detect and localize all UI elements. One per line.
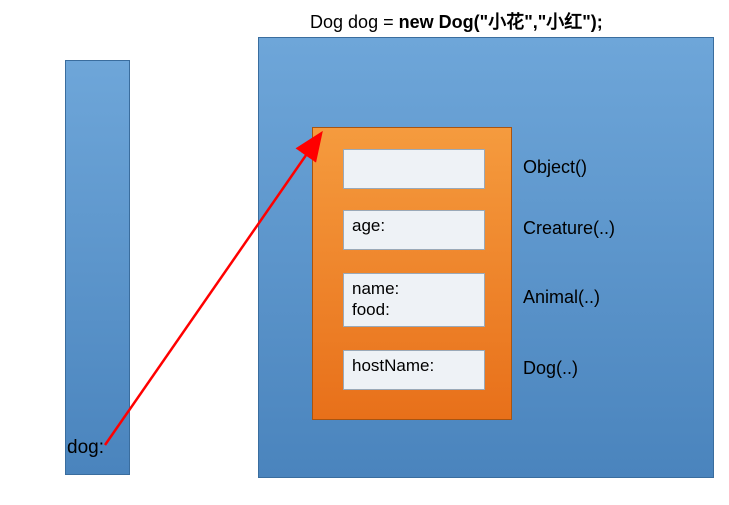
- constructor-label-creature: Creature(..): [523, 218, 615, 239]
- field-dog-text: hostName:: [352, 356, 434, 375]
- field-object: [343, 149, 485, 189]
- stack-box: [65, 60, 130, 475]
- field-animal: name: food:: [343, 273, 485, 327]
- code-ctor: Dog: [439, 12, 474, 32]
- field-creature: age:: [343, 210, 485, 250]
- field-animal-name-text: name:: [352, 279, 399, 298]
- constructor-label-dog: Dog(..): [523, 358, 578, 379]
- constructor-label-animal: Animal(..): [523, 287, 600, 308]
- constructor-label-object: Object(): [523, 157, 587, 178]
- code-args: ("小花","小红");: [474, 12, 603, 32]
- code-type: Dog: [310, 12, 343, 32]
- code-eq: =: [383, 12, 394, 32]
- stack-variable-label: dog:: [67, 437, 104, 459]
- field-creature-text: age:: [352, 216, 385, 235]
- field-dog: hostName:: [343, 350, 485, 390]
- code-new-keyword: new: [399, 12, 434, 32]
- code-declaration: Dog dog = new Dog("小花","小红");: [310, 8, 603, 34]
- code-var: dog: [348, 12, 378, 32]
- field-animal-food-text: food:: [352, 300, 390, 319]
